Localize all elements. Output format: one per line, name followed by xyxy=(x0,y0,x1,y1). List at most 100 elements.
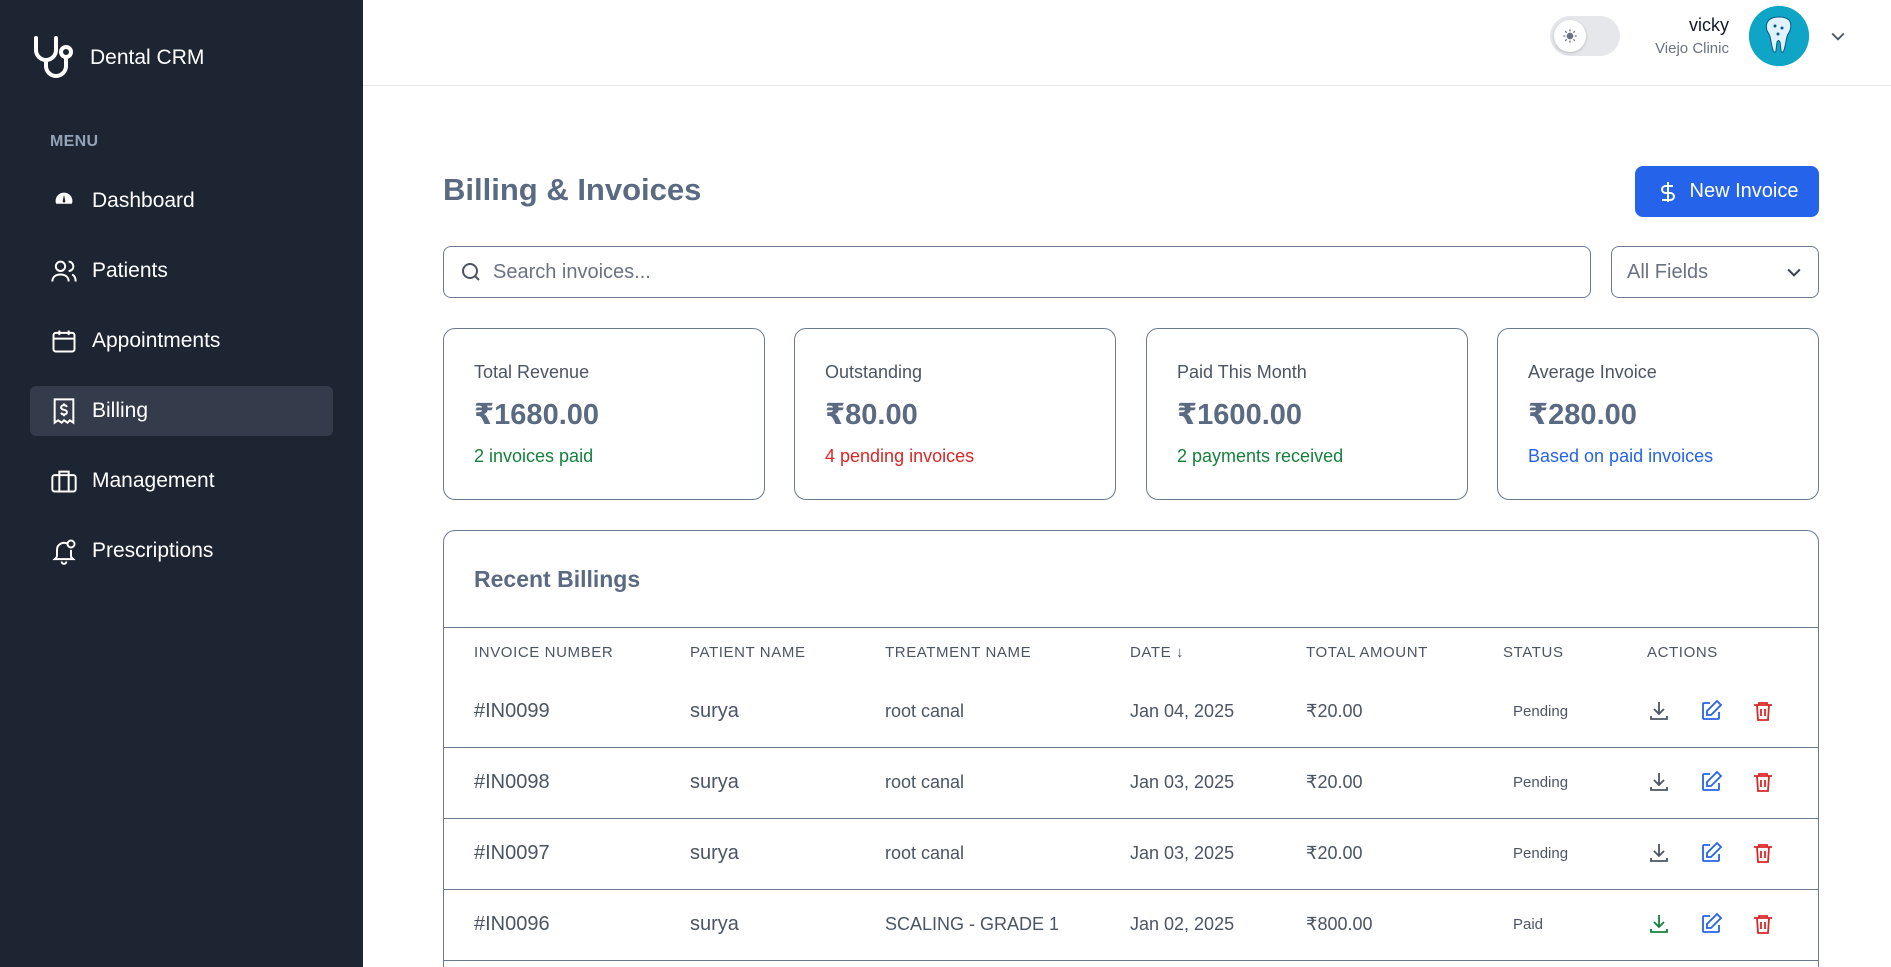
total-amount: ₹20.00 xyxy=(1306,772,1363,792)
stat-card-outstanding: Outstanding ₹80.00 4 pending invoices xyxy=(794,328,1116,500)
edit-icon[interactable] xyxy=(1699,841,1723,865)
dollar-icon xyxy=(1660,181,1675,202)
invoice-date: Jan 03, 2025 xyxy=(1130,772,1235,792)
avatar[interactable] xyxy=(1749,6,1809,66)
invoice-date: Jan 02, 2025 xyxy=(1130,914,1235,934)
stethoscope-icon xyxy=(34,36,73,78)
clinic-name: Viejo Clinic xyxy=(1655,40,1729,57)
sidebar-item-label: Management xyxy=(92,469,215,492)
invoice-number: #IN0096 xyxy=(474,913,550,935)
stat-label: Total Revenue xyxy=(474,362,590,382)
delete-icon[interactable] xyxy=(1751,699,1775,723)
bell-icon xyxy=(52,539,76,565)
theme-toggle[interactable] xyxy=(1550,16,1620,56)
sidebar-item-patients[interactable]: Patients xyxy=(30,246,333,296)
download-icon[interactable] xyxy=(1647,699,1671,723)
invoice-date: Jan 04, 2025 xyxy=(1130,701,1235,721)
patient-name: surya xyxy=(690,842,739,864)
patient-name: surya xyxy=(690,771,739,793)
filter-value: All Fields xyxy=(1627,260,1709,283)
stat-label: Average Invoice xyxy=(1528,362,1657,382)
stat-subtext: 4 pending invoices xyxy=(825,446,975,466)
search-icon xyxy=(462,263,480,281)
column-header-patient-name[interactable]: PATIENT NAME xyxy=(690,644,806,661)
total-amount: ₹800.00 xyxy=(1306,914,1373,934)
delete-icon[interactable] xyxy=(1751,770,1775,794)
sidebar-item-billing[interactable]: Billing xyxy=(30,386,333,436)
total-amount: ₹20.00 xyxy=(1306,701,1363,721)
stat-value: ₹1600.00 xyxy=(1177,399,1303,431)
table-row[interactable]: #IN0096 surya SCALING - GRADE 1 Jan 02, … xyxy=(444,890,1818,961)
sidebar-item-label: Appointments xyxy=(92,329,221,352)
search-input[interactable] xyxy=(493,260,1573,284)
invoice-number: #IN0099 xyxy=(474,700,550,722)
calendar-icon xyxy=(52,330,76,353)
status-badge: Pending xyxy=(1513,703,1569,720)
user-name: vicky xyxy=(1689,15,1729,35)
download-icon[interactable] xyxy=(1647,912,1671,936)
delete-icon[interactable] xyxy=(1751,841,1775,865)
download-icon[interactable] xyxy=(1647,841,1671,865)
stat-card-average-invoice: Average Invoice ₹280.00 Based on paid in… xyxy=(1497,328,1819,500)
download-icon[interactable] xyxy=(1647,770,1671,794)
column-header-invoice-number[interactable]: INVOICE NUMBER xyxy=(474,644,613,661)
chevron-down-icon xyxy=(1787,268,1801,277)
status-badge: Pending xyxy=(1513,774,1569,791)
edit-icon[interactable] xyxy=(1699,699,1723,723)
column-header-treatment-name[interactable]: TREATMENT NAME xyxy=(885,644,1031,661)
column-header-total-amount[interactable]: TOTAL AMOUNT xyxy=(1306,644,1428,661)
table-row[interactable]: #IN0097 surya root canal Jan 03, 2025 ₹2… xyxy=(444,819,1818,890)
status-badge: Pending xyxy=(1513,845,1569,862)
sidebar-item-label: Billing xyxy=(92,399,149,422)
brand-name: Dental CRM xyxy=(90,46,205,69)
receipt-icon xyxy=(53,398,75,425)
sidebar-item-management[interactable]: Management xyxy=(30,456,333,506)
edit-icon[interactable] xyxy=(1699,912,1723,936)
recent-billings-table: Recent Billings INVOICE NUMBER PATIENT N… xyxy=(443,530,1819,967)
top-bar: vicky Viejo Clinic xyxy=(363,0,1891,86)
users-icon xyxy=(51,260,77,282)
divider xyxy=(444,627,1818,628)
table-title: Recent Billings xyxy=(474,566,641,592)
sidebar-item-label: Prescriptions xyxy=(92,539,214,562)
table-row[interactable]: #IN0099 surya root canal Jan 04, 2025 ₹2… xyxy=(444,677,1818,748)
edit-icon[interactable] xyxy=(1699,770,1723,794)
invoice-date: Jan 03, 2025 xyxy=(1130,843,1235,863)
stat-value: ₹280.00 xyxy=(1528,399,1637,431)
gauge-icon xyxy=(55,192,73,204)
invoice-number: #IN0097 xyxy=(474,842,550,864)
field-filter-select[interactable]: All Fields xyxy=(1611,246,1819,298)
column-header-actions: ACTIONS xyxy=(1647,644,1718,661)
sidebar-item-dashboard[interactable]: Dashboard xyxy=(30,176,333,226)
patient-name: surya xyxy=(690,700,739,722)
new-invoice-button[interactable]: New Invoice xyxy=(1635,166,1819,217)
sidebar-item-appointments[interactable]: Appointments xyxy=(30,316,333,366)
table-row[interactable]: #IN0098 surya root canal Jan 03, 2025 ₹2… xyxy=(444,748,1818,819)
invoice-number: #IN0098 xyxy=(474,771,550,793)
sidebar-item-label: Dashboard xyxy=(92,189,195,212)
sidebar-item-label: Patients xyxy=(92,259,168,282)
treatment-name: root canal xyxy=(885,701,965,721)
status-badge: Paid xyxy=(1513,916,1544,933)
stat-subtext: Based on paid invoices xyxy=(1528,446,1714,466)
delete-icon[interactable] xyxy=(1751,912,1775,936)
treatment-name: SCALING - GRADE 1 xyxy=(885,914,1060,934)
stat-subtext: 2 invoices paid xyxy=(474,446,594,466)
page-title: Billing & Invoices xyxy=(443,172,702,207)
stat-label: Paid This Month xyxy=(1177,362,1307,382)
sun-icon xyxy=(1554,20,1586,52)
search-box xyxy=(443,246,1591,298)
stat-card-total-revenue: Total Revenue ₹1680.00 2 invoices paid xyxy=(443,328,765,500)
stat-value: ₹80.00 xyxy=(825,399,918,431)
new-invoice-label: New Invoice xyxy=(1689,180,1799,202)
column-header-date[interactable]: DATE ↓ xyxy=(1130,644,1184,661)
treatment-name: root canal xyxy=(885,843,965,863)
stat-value: ₹1680.00 xyxy=(474,399,600,431)
sidebar-item-prescriptions[interactable]: Prescriptions xyxy=(30,526,333,576)
total-amount: ₹20.00 xyxy=(1306,843,1363,863)
brand[interactable]: Dental CRM xyxy=(30,34,204,82)
stat-card-paid-this-month: Paid This Month ₹1600.00 2 payments rece… xyxy=(1146,328,1468,500)
chevron-down-icon[interactable] xyxy=(1828,26,1848,46)
column-header-status[interactable]: STATUS xyxy=(1503,644,1564,661)
briefcase-icon xyxy=(51,470,77,493)
